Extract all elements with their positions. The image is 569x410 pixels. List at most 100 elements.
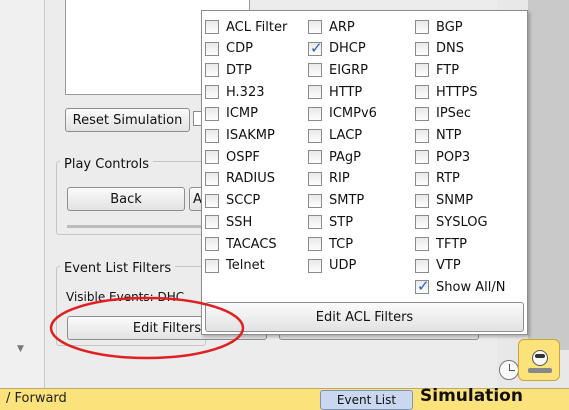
show-all-none-checkbox[interactable]: ✓: [415, 277, 430, 295]
protocol-filter-label: RIP: [329, 171, 350, 187]
protocol-filter-item[interactable]: ACL Filter: [205, 17, 287, 37]
protocol-filter-item[interactable]: NTP: [415, 126, 462, 146]
protocol-filter-label: ARP: [329, 19, 355, 35]
protocol-filter-checkbox[interactable]: [415, 85, 429, 100]
protocol-filter-label: LACP: [329, 128, 363, 143]
protocol-filter-item[interactable]: BGP: [415, 17, 463, 37]
protocol-filter-checkbox[interactable]: [205, 20, 219, 34]
protocol-filter-checkbox[interactable]: ✓: [308, 38, 323, 57]
protocol-filter-item[interactable]: SMTP: [308, 191, 364, 211]
protocol-filter-checkbox[interactable]: [205, 63, 219, 78]
protocol-filter-item[interactable]: RIP: [308, 169, 350, 189]
protocol-filter-label: H.323: [226, 84, 265, 100]
protocol-filter-checkbox[interactable]: [205, 215, 219, 230]
protocol-filter-label: DHCP: [329, 41, 366, 57]
protocol-filter-checkbox[interactable]: [205, 128, 219, 143]
protocol-filter-checkbox[interactable]: [308, 171, 322, 186]
protocol-filter-checkbox[interactable]: [308, 150, 322, 165]
protocol-filter-checkbox[interactable]: [308, 193, 322, 208]
protocol-filter-checkbox[interactable]: [415, 171, 429, 186]
protocol-filter-checkbox[interactable]: [415, 63, 429, 78]
protocol-filter-item[interactable]: ISAKMP: [205, 126, 275, 146]
protocol-filter-checkbox[interactable]: [205, 193, 219, 208]
protocol-filter-item[interactable]: ARP: [308, 17, 355, 37]
protocol-filter-checkbox[interactable]: [308, 258, 322, 273]
protocol-filter-item[interactable]: EIGRP: [308, 60, 368, 80]
protocol-filter-item[interactable]: SNMP: [415, 191, 473, 211]
protocol-filter-item[interactable]: STP: [308, 212, 353, 232]
protocol-filter-checkbox[interactable]: [308, 106, 322, 121]
protocol-filter-checkbox[interactable]: [205, 106, 219, 121]
protocol-filter-checkbox[interactable]: [415, 128, 429, 143]
reset-simulation-button[interactable]: Reset Simulation: [65, 108, 190, 132]
protocol-filter-item[interactable]: H.323: [205, 82, 265, 102]
protocol-filter-checkbox[interactable]: [415, 106, 429, 121]
scroll-down-icon[interactable]: ▼: [17, 344, 24, 354]
protocol-filter-item[interactable]: HTTPS: [415, 82, 478, 102]
simulation-mode-icon[interactable]: [518, 339, 560, 381]
protocol-filter-item[interactable]: ICMP: [205, 104, 258, 124]
event-list-tab[interactable]: Event List: [320, 390, 413, 410]
protocol-filter-item[interactable]: RADIUS: [205, 169, 275, 189]
protocol-filter-label: PAgP: [329, 149, 361, 165]
protocol-filter-label: ISAKMP: [226, 128, 275, 143]
protocol-filter-item[interactable]: ✓ DHCP: [308, 39, 366, 59]
protocol-filter-checkbox[interactable]: [205, 237, 219, 251]
protocol-filter-item[interactable]: SSH: [205, 212, 252, 232]
protocol-filter-item[interactable]: VTP: [415, 256, 461, 276]
protocol-filter-checkbox[interactable]: [415, 20, 429, 34]
protocol-filter-checkbox[interactable]: [308, 215, 322, 230]
protocol-filter-checkbox[interactable]: [415, 193, 429, 208]
protocol-filter-item[interactable]: CDP: [205, 39, 253, 59]
protocol-filter-label: TACACS: [226, 236, 277, 252]
protocol-filter-item[interactable]: SCCP: [205, 191, 260, 211]
protocol-filter-checkbox[interactable]: [415, 150, 429, 165]
protocol-filter-checkbox[interactable]: [415, 215, 429, 230]
protocol-filter-item[interactable]: PAgP: [308, 147, 361, 167]
edit-filters-popup: ACL Filter CDP DTP H.323 ICMP ISAKMP OSPF RADIU…: [201, 10, 528, 335]
protocol-filter-label: NTP: [436, 128, 462, 143]
protocol-filter-label: DNS: [436, 41, 464, 57]
protocol-filter-checkbox[interactable]: [308, 128, 322, 143]
protocol-filter-item[interactable]: TACACS: [205, 234, 277, 254]
show-all-none-label: Show All/N: [436, 279, 506, 295]
protocol-filter-checkbox[interactable]: [308, 63, 322, 78]
realtime-clock-icon[interactable]: [499, 360, 519, 380]
protocol-filter-item[interactable]: ICMPv6: [308, 104, 377, 124]
protocol-filter-item[interactable]: TCP: [308, 234, 353, 254]
protocol-filter-checkbox[interactable]: [308, 85, 322, 100]
protocol-filter-item[interactable]: DNS: [415, 39, 464, 59]
protocol-filter-item[interactable]: POP3: [415, 147, 470, 167]
protocol-filter-item[interactable]: LACP: [308, 126, 362, 146]
protocol-filter-checkbox[interactable]: [415, 41, 429, 56]
protocol-filter-checkbox[interactable]: [205, 258, 219, 273]
protocol-filter-checkbox[interactable]: [205, 150, 219, 165]
protocol-filter-item[interactable]: UDP: [308, 256, 356, 276]
protocol-filter-checkbox[interactable]: [308, 20, 322, 34]
protocol-filter-checkbox[interactable]: [415, 237, 429, 251]
protocol-filter-label: STP: [329, 214, 354, 230]
protocol-filter-item[interactable]: Telnet: [205, 256, 265, 276]
protocol-filter-label: DTP: [226, 62, 252, 78]
show-all-none-checkbox-item[interactable]: ✓ Show All/N: [415, 277, 505, 297]
protocol-filter-checkbox[interactable]: [205, 41, 219, 56]
protocol-filter-item[interactable]: HTTP: [308, 82, 362, 102]
protocol-filter-item[interactable]: IPSec: [415, 104, 471, 124]
protocol-filter-item[interactable]: SYSLOG: [415, 212, 488, 232]
protocol-filter-item[interactable]: TFTP: [415, 234, 467, 254]
protocol-filter-item[interactable]: RTP: [415, 169, 460, 189]
protocol-filter-item[interactable]: FTP: [415, 60, 459, 80]
protocol-filter-label: SCCP: [226, 193, 261, 209]
protocol-filter-checkbox[interactable]: [415, 258, 429, 273]
check-icon: ✓: [310, 38, 323, 57]
protocol-filter-item[interactable]: DTP: [205, 60, 252, 80]
protocol-filter-checkbox[interactable]: [308, 237, 322, 251]
protocol-filter-item[interactable]: OSPF: [205, 147, 260, 167]
protocol-filter-checkbox[interactable]: [205, 171, 219, 186]
protocol-filter-label: IPSec: [436, 106, 472, 122]
back-button[interactable]: Back: [67, 187, 185, 211]
check-icon: ✓: [417, 277, 430, 295]
edit-acl-filters-button[interactable]: Edit ACL Filters: [205, 302, 524, 332]
play-speed-slider[interactable]: [67, 225, 206, 228]
protocol-filter-checkbox[interactable]: [205, 85, 219, 100]
